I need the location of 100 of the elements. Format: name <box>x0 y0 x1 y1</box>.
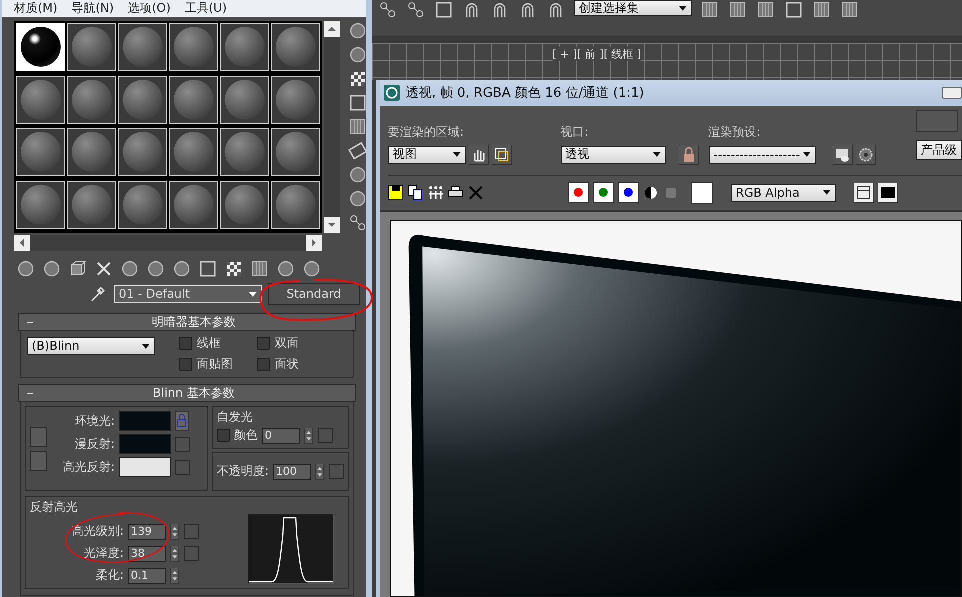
sphere-icon[interactable] <box>348 21 366 41</box>
field-label: 视口: <box>560 124 590 140</box>
spinner-icon[interactable] <box>304 428 314 444</box>
quality-dropdown[interactable]: 产品级 <box>916 140 962 160</box>
field-label: 不透明度: <box>216 463 269 480</box>
channel-toggle-button[interactable] <box>618 182 639 203</box>
field-label: 柔化: <box>94 567 124 584</box>
number-field[interactable]: 0 <box>262 428 300 444</box>
bars-icon[interactable] <box>756 0 776 20</box>
channel-toggle-button[interactable] <box>568 182 589 203</box>
minimize-button[interactable] <box>942 86 962 98</box>
caret-icon <box>142 344 150 348</box>
printer-icon[interactable] <box>448 184 464 200</box>
viewport-dropdown[interactable]: 透视 <box>560 146 666 164</box>
checkbox[interactable] <box>179 358 192 371</box>
rollout-title: 明暗器基本参数 <box>151 314 237 330</box>
display-icon[interactable] <box>878 182 898 202</box>
contrast-icon[interactable] <box>643 184 659 200</box>
checkbox-label: 双面 <box>275 335 299 352</box>
scroll-up-icon[interactable] <box>324 21 340 37</box>
sphere-icon[interactable] <box>302 259 322 279</box>
spinner-icon[interactable] <box>170 546 180 562</box>
render-preset-dropdown[interactable]: -------------------- <box>708 146 816 164</box>
spinner-icon[interactable] <box>170 568 180 584</box>
nodes-icon[interactable] <box>378 0 398 20</box>
sphere-icon[interactable] <box>348 189 366 209</box>
scroll-right-icon[interactable] <box>306 235 322 251</box>
spinner-icon[interactable] <box>170 524 180 540</box>
sphere-icon[interactable] <box>276 259 296 279</box>
square-icon[interactable] <box>784 0 804 20</box>
rollout-title: Blinn 基本参数 <box>152 384 236 402</box>
menu-item[interactable]: 选项(O) <box>128 0 171 17</box>
horizontal-scrollbar[interactable] <box>14 235 322 251</box>
hand-icon[interactable] <box>469 144 489 164</box>
rollout-header[interactable]: 明暗器基本参数 <box>18 313 356 331</box>
menu-item[interactable]: 工具(U) <box>184 0 228 17</box>
caret-icon <box>802 152 811 157</box>
caret-icon <box>823 190 831 195</box>
lock-toggle-button[interactable] <box>30 450 47 470</box>
sphere-icon[interactable] <box>120 259 140 279</box>
people-icon[interactable] <box>428 184 444 200</box>
rollout-header[interactable]: Blinn 基本参数 <box>18 384 356 402</box>
checker-icon[interactable] <box>224 259 244 279</box>
number-field[interactable]: 38 <box>128 546 166 562</box>
region-icon[interactable] <box>492 144 512 164</box>
sphere-icon[interactable] <box>146 259 166 279</box>
material-name-field[interactable]: 01 - Default <box>114 285 262 303</box>
shader-dropdown[interactable]: (B)Blinn <box>27 337 155 355</box>
sphere-icon[interactable] <box>16 259 36 279</box>
caret-icon <box>453 152 461 157</box>
bars-icon[interactable] <box>700 0 720 20</box>
material-type-button[interactable]: Standard <box>268 283 360 305</box>
window-icon[interactable] <box>854 182 874 202</box>
vertical-scrollbar[interactable] <box>324 21 340 233</box>
color-swatch[interactable] <box>691 182 713 204</box>
save-icon[interactable] <box>388 184 404 200</box>
field-label: 光泽度: <box>82 545 124 562</box>
gear-icon[interactable] <box>856 144 876 164</box>
bars-icon[interactable] <box>728 0 748 20</box>
sphere-icon[interactable] <box>172 259 192 279</box>
square-icon[interactable] <box>434 0 454 20</box>
scroll-left-icon[interactable] <box>14 235 30 251</box>
square-icon[interactable] <box>348 93 366 113</box>
lock-toggle-button[interactable] <box>30 426 47 446</box>
channel-display-dropdown[interactable]: RGB Alpha <box>731 184 836 202</box>
bars-icon[interactable] <box>812 0 832 20</box>
lock-icon[interactable] <box>678 144 699 164</box>
channel-toggle-button[interactable] <box>593 182 614 203</box>
checkbox[interactable] <box>179 337 192 350</box>
number-field[interactable]: 100 <box>273 464 311 480</box>
copy-icon[interactable] <box>408 184 424 200</box>
sphere-icon[interactable] <box>348 45 366 65</box>
checkbox[interactable] <box>257 358 270 371</box>
viewport-label[interactable]: [ + ][ 前 ][ 线框 ] <box>552 46 642 61</box>
checkbox[interactable] <box>257 337 270 350</box>
bars-icon[interactable] <box>348 117 366 137</box>
menu-item[interactable]: 导航(N) <box>72 0 114 17</box>
teapot-icon[interactable] <box>832 144 853 164</box>
nodes-icon[interactable] <box>348 213 366 233</box>
checkbox-label: 面状 <box>275 356 299 373</box>
selection-set-dropdown[interactable]: 创建选择集 <box>574 0 692 16</box>
bars-icon[interactable] <box>840 0 860 20</box>
menu-item[interactable]: 材质(M) <box>14 0 58 17</box>
window-title: 透视, 帧 0, RGBA 颜色 16 位/通道 (1:1) <box>406 84 646 102</box>
color-swatch[interactable] <box>119 411 171 431</box>
sphere-icon[interactable] <box>42 259 62 279</box>
sphere-icon[interactable] <box>348 165 366 185</box>
scroll-down-icon[interactable] <box>324 217 340 233</box>
number-field[interactable]: 0.1 <box>128 568 166 584</box>
checkbox[interactable] <box>216 429 230 442</box>
nodes-icon[interactable] <box>406 0 426 20</box>
checker-icon[interactable] <box>348 69 366 89</box>
spinner-icon[interactable] <box>315 464 325 480</box>
color-swatch[interactable] <box>119 457 171 477</box>
render-area-dropdown[interactable]: 视图 <box>388 146 466 164</box>
square-icon[interactable] <box>198 259 218 279</box>
bars-icon[interactable] <box>250 259 270 279</box>
caret-icon <box>249 292 257 296</box>
color-swatch[interactable] <box>119 434 171 454</box>
number-field[interactable]: 139 <box>128 524 166 540</box>
